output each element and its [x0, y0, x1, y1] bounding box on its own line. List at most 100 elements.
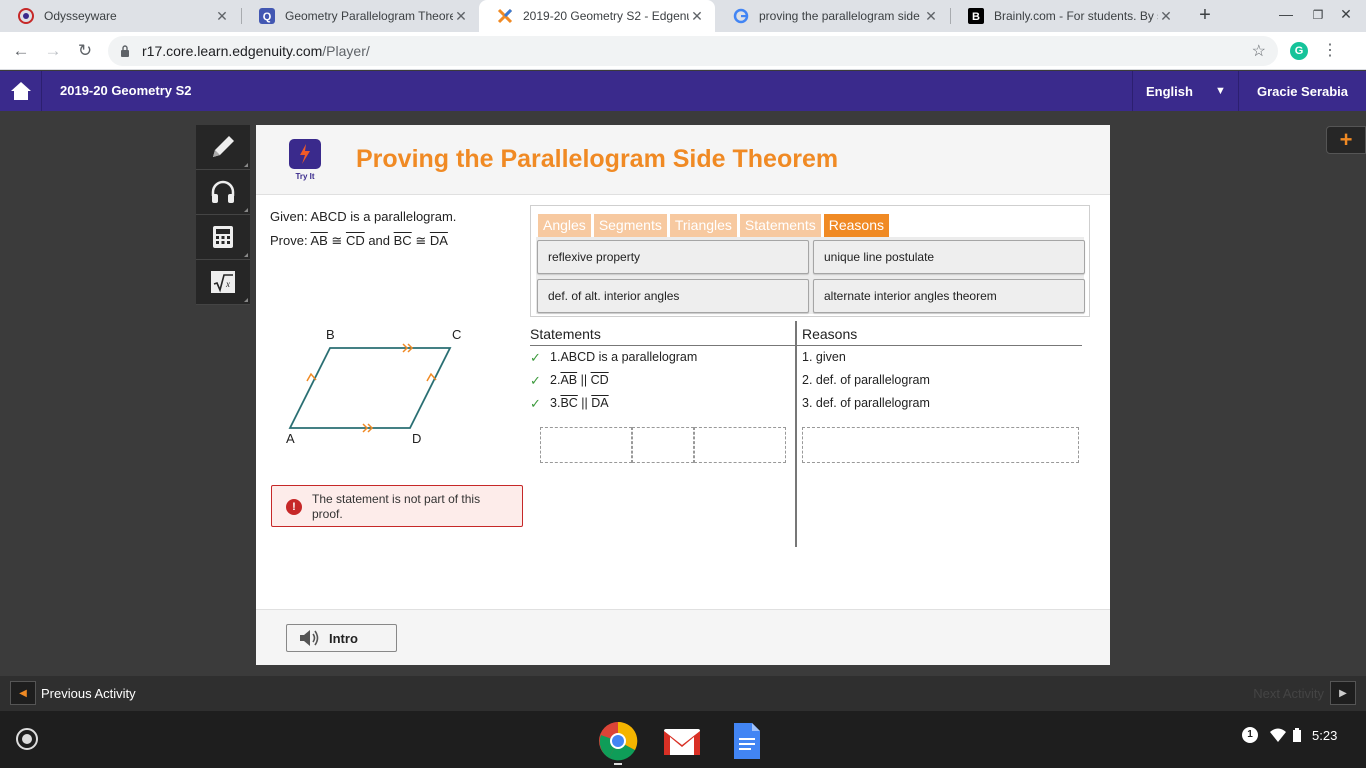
browser-tab-brainly[interactable]: B Brainly.com - For students. By st ✕ [950, 0, 1184, 32]
tab-statements[interactable]: Statements [739, 214, 821, 237]
app-header: 2019-20 Geometry S2 English ▼ Gracie Ser… [0, 71, 1366, 111]
vertex-label-b: B [326, 327, 335, 342]
calculator-icon [213, 226, 233, 248]
activity-panel: Try It Proving the Parallelogram Side Th… [256, 125, 1110, 665]
statement-drop-slot[interactable] [540, 427, 632, 463]
previous-activity-label: Previous Activity [41, 685, 136, 701]
statement-drop-slot[interactable] [694, 427, 786, 463]
vertex-label-d: D [412, 431, 421, 446]
address-bar[interactable]: r17.core.learn.edgenuity.com/Player/ ☆ [108, 36, 1278, 66]
os-shelf: 1 5:23 [0, 711, 1366, 768]
header-rule [530, 345, 795, 346]
parallel-symbol: || [577, 373, 591, 387]
activity-footer: Intro [256, 609, 1110, 665]
intro-label: Intro [329, 630, 358, 646]
browser-toolbar: ← → ↻ r17.core.learn.edgenuity.com/Playe… [0, 32, 1366, 70]
next-activity-button[interactable]: Next Activity ▶ [1253, 681, 1356, 705]
error-message: The statement is not part of this proof. [312, 492, 481, 521]
docs-app-icon[interactable] [726, 721, 766, 761]
language-selector[interactable]: English ▼ [1132, 71, 1238, 111]
tab-angles[interactable]: Angles [538, 214, 591, 237]
congruent-symbol: ≅ [411, 233, 430, 248]
statement-row: ✓ 3. BC || DA [530, 396, 609, 412]
tab-title: proving the parallelogram side t [759, 9, 923, 23]
browser-tab-google[interactable]: proving the parallelogram side t ✕ [715, 0, 949, 32]
gmail-app-icon[interactable] [662, 721, 702, 761]
intro-button[interactable]: Intro [286, 624, 397, 652]
vertex-label-c: C [452, 327, 461, 342]
user-menu[interactable]: Gracie Serabia [1238, 71, 1366, 111]
previous-activity-button[interactable]: ◀ Previous Activity [10, 681, 136, 705]
try-it-icon [289, 139, 321, 169]
battery-icon [1293, 728, 1301, 742]
bank-item-reflexive-property[interactable]: reflexive property [537, 240, 809, 274]
svg-text:x: x [225, 279, 230, 289]
tab-segments[interactable]: Segments [593, 214, 667, 237]
tab-triangles[interactable]: Triangles [669, 214, 737, 237]
course-title: 2019-20 Geometry S2 [60, 83, 192, 98]
tab-reasons[interactable]: Reasons [823, 214, 890, 237]
segment-label: AB [310, 233, 328, 248]
segment-label: BC [393, 233, 412, 248]
tab-title: Brainly.com - For students. By st [994, 9, 1158, 23]
pencil-tool[interactable] [196, 125, 250, 170]
statement-drop-slot[interactable] [632, 427, 694, 463]
bank-item-def-alt-interior-angles[interactable]: def. of alt. interior angles [537, 279, 809, 313]
bookmark-star-icon[interactable]: ☆ [1252, 41, 1266, 61]
wifi-icon [1270, 728, 1286, 742]
svg-text:B: B [972, 11, 980, 23]
browser-tab-strip: Odysseyware ✕ Q Geometry Parallelogram T… [0, 0, 1366, 32]
close-tab-icon[interactable]: ✕ [923, 8, 939, 25]
chrome-app-icon[interactable] [598, 721, 638, 761]
column-divider [795, 321, 797, 547]
close-tab-icon[interactable]: ✕ [689, 8, 705, 25]
audio-tool[interactable] [196, 170, 250, 215]
segment-label: DA [591, 396, 609, 410]
reason-row: 1. given [802, 350, 846, 364]
tab-title: Geometry Parallelogram Theore [285, 9, 453, 23]
browser-tab-odysseyware[interactable]: Odysseyware ✕ [0, 0, 240, 32]
activity-header: Try It Proving the Parallelogram Side Th… [256, 125, 1110, 195]
error-alert: ! The statement is not part of this proo… [271, 485, 523, 527]
parallelogram-shape [288, 347, 452, 429]
statement-row: ✓ 1. ABCD is a parallelogram [530, 350, 697, 366]
bank-tabs: Angles Segments Triangles Statements Rea… [538, 214, 892, 237]
statements-header: Statements [530, 326, 601, 342]
url-host: r17.core.learn.edgenuity.com [142, 43, 323, 59]
restore-icon[interactable]: ❐ [1308, 8, 1328, 22]
bank-item-alternate-interior-angles-theorem[interactable]: alternate interior angles theorem [813, 279, 1085, 313]
svg-text:Q: Q [263, 11, 272, 23]
launcher-button[interactable] [16, 728, 38, 750]
reason-row: 3. def. of parallelogram [802, 396, 930, 410]
browser-menu-icon[interactable]: ⋮ [1320, 40, 1340, 60]
check-icon: ✓ [530, 350, 541, 365]
calculator-tool[interactable] [196, 215, 250, 260]
add-button[interactable]: + [1326, 126, 1366, 154]
forward-icon[interactable]: → [42, 40, 64, 62]
home-button[interactable] [0, 71, 42, 111]
browser-tab-quizlet[interactable]: Q Geometry Parallelogram Theore ✕ [241, 0, 479, 32]
minimize-icon[interactable]: — [1276, 6, 1296, 22]
segment-label: BC [560, 396, 578, 410]
back-icon[interactable]: ← [10, 40, 32, 62]
new-tab-icon[interactable]: + [1195, 4, 1215, 27]
headphones-icon [211, 180, 235, 203]
formula-tool[interactable]: x [196, 260, 250, 305]
browser-tab-edgenuity[interactable]: 2019-20 Geometry S2 - Edgenui ✕ [479, 0, 715, 32]
reason-drop-slot[interactable] [802, 427, 1079, 463]
bank-items-area: reflexive property unique line postulate… [536, 237, 1085, 314]
brainly-favicon-icon: B [968, 8, 984, 24]
grammarly-extension-icon[interactable]: G [1290, 42, 1308, 60]
tool-palette: x [196, 125, 250, 305]
close-tab-icon[interactable]: ✕ [214, 8, 230, 25]
close-tab-icon[interactable]: ✕ [1158, 8, 1174, 25]
bank-item-unique-line-postulate[interactable]: unique line postulate [813, 240, 1085, 274]
system-tray[interactable]: 1 5:23 [1242, 727, 1337, 743]
reload-icon[interactable]: ↻ [74, 40, 96, 62]
close-tab-icon[interactable]: ✕ [453, 8, 469, 25]
clock: 5:23 [1312, 727, 1338, 743]
try-it-label: Try It [295, 172, 315, 181]
speaker-icon [300, 630, 319, 646]
close-window-icon[interactable]: ✕ [1336, 6, 1356, 23]
given-statement: Given: ABCD is a parallelogram. [270, 209, 457, 224]
